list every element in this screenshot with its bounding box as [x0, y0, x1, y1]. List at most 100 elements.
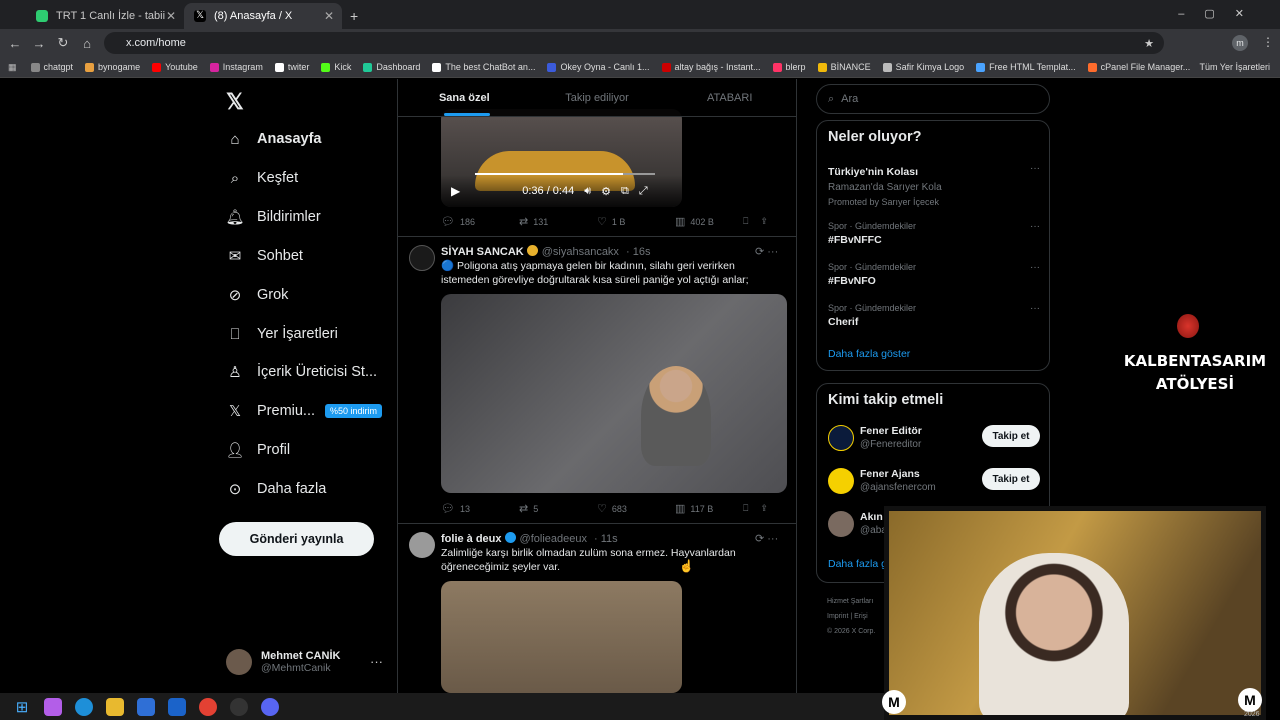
back-icon[interactable]: ←	[3, 36, 27, 51]
nav-more[interactable]: ⊙ Daha fazla	[226, 480, 327, 498]
bookmark-item[interactable]: altay bağış - Instant...	[661, 62, 761, 72]
tweet-video[interactable]: ▶ 0:36 / 0:44 🔊︎ ⚙ ⧉ ⤢	[441, 109, 682, 207]
like-button[interactable]: ♡ 683	[597, 502, 675, 515]
volume-icon[interactable]: 🔊︎	[584, 185, 591, 198]
nav-premium[interactable]: 𝕏 Premiu... %50 indirim	[226, 402, 383, 420]
settings-gear-icon[interactable]: ⚙	[601, 185, 611, 198]
copilot-icon[interactable]	[44, 697, 62, 716]
bookmark-item[interactable]: BİNANCE	[817, 62, 871, 72]
bookmark-item[interactable]: chatgpt	[30, 62, 73, 72]
more-icon[interactable]: ···	[1030, 303, 1040, 314]
reload-icon[interactable]: ↻	[51, 35, 75, 51]
repost-button[interactable]: ⇄ 131	[519, 215, 597, 228]
fullscreen-icon[interactable]: ⤢	[639, 185, 648, 198]
video-progress-bar[interactable]	[475, 173, 655, 175]
all-bookmarks[interactable]: Tüm Yer İşaretleri	[1199, 62, 1270, 72]
nav-bookmarks[interactable]: ⎕ Yer İşaretleri	[226, 325, 337, 343]
play-icon[interactable]: ▶	[451, 184, 460, 198]
bookmark-item[interactable]: blerp	[772, 62, 806, 72]
tweet-more-icon[interactable]: ⟳ ···	[755, 532, 778, 545]
nav-creator-studio[interactable]: ♙ İçerik Üreticisi St...	[226, 363, 377, 381]
avatar[interactable]	[409, 245, 435, 271]
windows-start-icon[interactable]: ⊞	[13, 698, 31, 716]
views-button[interactable]: ▥ 117 B	[675, 502, 753, 515]
close-tab-icon[interactable]: ✕	[166, 9, 176, 23]
reply-button[interactable]: 💬︎ 186	[441, 215, 519, 228]
more-icon[interactable]: ···	[1030, 221, 1040, 232]
tab-for-you[interactable]: Sana özel	[398, 79, 531, 116]
address-bar[interactable]: x.com/home ★	[104, 32, 1164, 54]
nav-grok[interactable]: ⊘ Grok	[226, 286, 289, 304]
nav-home[interactable]: ⌂ Anasayfa	[226, 130, 321, 148]
follow-button[interactable]: Takip et	[982, 425, 1040, 447]
bookmark-item[interactable]: twiter	[274, 62, 309, 72]
browser-tab-x[interactable]: 𝕏 (8) Anasayfa / X ✕	[184, 3, 342, 29]
post-button[interactable]: Gönderi yayınla	[219, 522, 374, 556]
window-controls[interactable]: –▢✕	[1178, 7, 1264, 20]
bookmark-item[interactable]: Youtube	[152, 62, 198, 72]
tweet-author[interactable]: SİYAH SANCAK @siyahsancakx · 16s	[441, 245, 650, 258]
bookmark-item[interactable]: The best ChatBot an...	[432, 62, 535, 72]
home-icon[interactable]: ⌂	[75, 36, 99, 51]
trend-item[interactable]: Spor · Gündemdekiler Cherif ···	[828, 303, 1040, 328]
bookmark-star-icon[interactable]: ★	[1144, 37, 1154, 50]
share-icon[interactable]: ⇪	[760, 216, 768, 227]
views-button[interactable]: ▥ 402 B	[675, 215, 753, 228]
nav-messages[interactable]: ✉ Sohbet	[226, 247, 303, 265]
account-more-icon[interactable]: ···	[370, 654, 383, 669]
follow-suggestion[interactable]: Fener Ajans @ajansfenercom Takip et	[828, 468, 1040, 498]
tab-following[interactable]: Takip ediliyor	[531, 79, 664, 116]
pip-icon[interactable]: ⧉	[621, 185, 629, 198]
bookmark-item[interactable]: Free HTML Templat...	[976, 62, 1076, 72]
browser-menu-icon[interactable]: ⋮	[1262, 35, 1274, 49]
obs-icon[interactable]	[230, 697, 248, 716]
search-input[interactable]: ⌕ Ara	[816, 84, 1050, 114]
store-icon[interactable]	[137, 697, 155, 716]
tweet-video[interactable]	[441, 581, 682, 693]
tweet-more-icon[interactable]: ⟳ ···	[755, 245, 778, 258]
bookmark-icon[interactable]: ⎕	[743, 503, 748, 514]
show-more-link[interactable]: Daha fazla göster	[828, 348, 910, 360]
account-switcher[interactable]: Mehmet CANİK @MehmtCanik	[226, 649, 340, 675]
profile-avatar[interactable]: m	[1232, 35, 1248, 51]
nav-notifications[interactable]: 🔔︎ Bildirimler	[225, 208, 320, 226]
tweet-video[interactable]	[441, 294, 787, 493]
new-tab-icon[interactable]: +	[350, 8, 358, 24]
trend-item[interactable]: Spor · Gündemdekiler #FBvNFO ···	[828, 262, 1040, 287]
bookmark-item[interactable]: cPanel File Manager...	[1087, 62, 1190, 72]
tweet-author[interactable]: folie à deux @folieadeeux · 11s	[441, 532, 618, 545]
bookmark-item[interactable]: Safir Kimya Logo	[882, 62, 964, 72]
bookmark-item[interactable]: Okey Oyna - Canlı 1...	[547, 62, 650, 72]
apps-grid-icon[interactable]: ▦	[8, 62, 17, 73]
x-logo-icon[interactable]: 𝕏	[226, 89, 244, 115]
file-explorer-icon[interactable]	[106, 697, 124, 716]
trend-item[interactable]: Türkiye'nin Kolası Ramazan'da Sarıyer Ko…	[828, 163, 1040, 207]
more-icon[interactable]: ···	[1030, 163, 1040, 174]
trend-item[interactable]: Spor · Gündemdekiler #FBvNFFC ···	[828, 221, 1040, 246]
avatar[interactable]	[409, 532, 435, 558]
bookmark-item[interactable]: Kick	[321, 62, 351, 72]
like-button[interactable]: ♡ 1 B	[597, 215, 675, 228]
show-more-link[interactable]: Daha fazla g	[828, 558, 887, 570]
repost-button[interactable]: ⇄ 5	[519, 502, 597, 515]
forward-icon[interactable]: →	[27, 36, 51, 51]
close-tab-icon[interactable]: ✕	[324, 9, 334, 23]
bookmark-icon[interactable]: ⎕	[743, 216, 748, 227]
follow-button[interactable]: Takip et	[982, 468, 1040, 490]
chrome-icon[interactable]	[199, 697, 217, 716]
browser-tab-trt[interactable]: TRT 1 Canlı İzle - tabii ✕	[26, 3, 184, 29]
edge-icon[interactable]	[75, 697, 93, 716]
nav-explore[interactable]: ⌕ Keşfet	[226, 169, 298, 187]
bookmark-item[interactable]: Dashboard	[363, 62, 420, 72]
bookmark-item[interactable]: bynogame	[85, 62, 140, 72]
divider	[398, 523, 796, 524]
follow-suggestion[interactable]: Fener Editör @Fenereditor Takip et	[828, 425, 1040, 455]
outlook-icon[interactable]	[168, 697, 186, 716]
more-icon[interactable]: ···	[1030, 262, 1040, 273]
reply-button[interactable]: 💬︎ 13	[441, 502, 519, 515]
discord-icon[interactable]	[261, 697, 279, 716]
bookmark-item[interactable]: Instagram	[209, 62, 263, 72]
tab-atabari[interactable]: ATABARI	[663, 79, 796, 116]
share-icon[interactable]: ⇪	[760, 503, 768, 514]
nav-profile[interactable]: 👤︎ Profil	[225, 441, 290, 459]
